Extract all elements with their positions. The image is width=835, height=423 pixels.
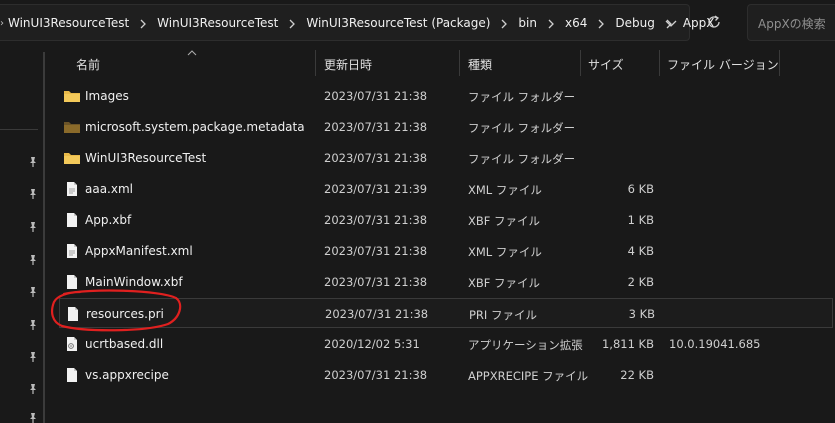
chevron-right-icon[interactable] bbox=[545, 16, 557, 30]
file-size: 4 KB bbox=[627, 244, 654, 258]
breadcrumb-item[interactable]: x64 bbox=[565, 16, 587, 30]
file-type: XML ファイル bbox=[468, 183, 542, 197]
file-name: microsoft.system.package.metadata bbox=[85, 120, 305, 134]
file-version: 10.0.19041.685 bbox=[669, 337, 761, 351]
sort-ascending-icon bbox=[187, 46, 197, 60]
file-icon bbox=[63, 243, 81, 259]
file-row[interactable]: ucrtbased.dll 2020/12/02 5:31 アプリケーション拡張… bbox=[59, 329, 833, 359]
file-type: XBF ファイル bbox=[468, 214, 541, 228]
breadcrumb-item[interactable]: bin bbox=[518, 16, 537, 30]
pin-icon[interactable] bbox=[27, 221, 39, 233]
dll-icon bbox=[63, 336, 81, 352]
file-row[interactable]: Images 2023/07/31 21:38 ファイル フォルダー bbox=[59, 81, 833, 111]
chevron-right-icon[interactable] bbox=[498, 16, 510, 30]
column-divider[interactable] bbox=[459, 50, 460, 76]
file-type: ファイル フォルダー bbox=[468, 121, 576, 135]
file-type: APPXRECIPE ファイル bbox=[468, 369, 589, 383]
file-date: 2023/07/31 21:38 bbox=[324, 89, 428, 103]
file-icon bbox=[63, 367, 81, 383]
pin-icon[interactable] bbox=[27, 319, 39, 331]
file-date: 2023/07/31 21:38 bbox=[324, 151, 428, 165]
file-row[interactable]: vs.appxrecipe 2023/07/31 21:38 APPXRECIP… bbox=[59, 360, 833, 390]
file-size: 1,811 KB bbox=[601, 337, 654, 351]
folder-icon bbox=[63, 119, 81, 135]
pin-icon[interactable] bbox=[27, 286, 39, 298]
file-date: 2023/07/31 21:38 bbox=[324, 275, 428, 289]
pin-icon[interactable] bbox=[27, 383, 39, 395]
nav-scrollbar[interactable] bbox=[43, 52, 45, 423]
file-date: 2023/07/31 21:38 bbox=[324, 244, 428, 258]
pin-icon[interactable] bbox=[27, 351, 39, 363]
file-name: App.xbf bbox=[85, 213, 132, 227]
file-date: 2023/07/31 21:38 bbox=[324, 213, 428, 227]
column-size[interactable]: サイズ bbox=[588, 56, 624, 73]
address-bar[interactable]: › WinUI3ResourceTest WinUI3ResourceTest … bbox=[0, 4, 715, 41]
file-icon bbox=[63, 181, 81, 197]
file-date: 2023/07/31 21:38 bbox=[324, 120, 428, 134]
file-type: ファイル フォルダー bbox=[468, 90, 576, 104]
file-name: vs.appxrecipe bbox=[85, 368, 169, 382]
column-type[interactable]: 種類 bbox=[468, 56, 492, 73]
file-name: MainWindow.xbf bbox=[85, 275, 183, 289]
file-row[interactable]: microsoft.system.package.metadata 2023/0… bbox=[59, 112, 833, 142]
column-date[interactable]: 更新日時 bbox=[324, 56, 372, 73]
file-name: WinUI3ResourceTest bbox=[85, 151, 207, 165]
column-divider[interactable] bbox=[580, 50, 581, 76]
pin-icon[interactable] bbox=[27, 156, 39, 168]
pin-icon[interactable] bbox=[27, 188, 39, 200]
search-placeholder: AppXの検索 bbox=[758, 17, 826, 31]
file-size: 6 KB bbox=[627, 182, 654, 196]
file-row[interactable]: App.xbf 2023/07/31 21:38 XBF ファイル 1 KB bbox=[59, 205, 833, 235]
file-type: ファイル フォルダー bbox=[468, 152, 576, 166]
red-highlight-circle bbox=[51, 289, 182, 332]
overflow-chevron-icon[interactable]: › bbox=[0, 18, 4, 29]
folder-icon bbox=[63, 150, 81, 166]
folder-icon bbox=[63, 88, 81, 104]
chevron-right-icon[interactable] bbox=[137, 16, 149, 30]
chevron-right-icon[interactable] bbox=[286, 16, 298, 30]
file-row[interactable]: aaa.xml 2023/07/31 21:39 XML ファイル 6 KB bbox=[59, 174, 833, 204]
file-row[interactable]: WinUI3ResourceTest 2023/07/31 21:38 ファイル… bbox=[59, 143, 833, 173]
breadcrumb-item[interactable]: WinUI3ResourceTest bbox=[157, 16, 278, 30]
file-name: ucrtbased.dll bbox=[85, 337, 164, 351]
file-date: 2023/07/31 21:38 bbox=[324, 368, 428, 382]
column-divider[interactable] bbox=[779, 50, 780, 76]
column-divider[interactable] bbox=[315, 50, 316, 76]
file-size: 2 KB bbox=[627, 275, 654, 289]
column-name[interactable]: 名前 bbox=[76, 56, 100, 73]
file-name: aaa.xml bbox=[85, 182, 133, 196]
file-date: 2023/07/31 21:39 bbox=[324, 182, 428, 196]
breadcrumb-item[interactable]: Debug bbox=[615, 16, 654, 30]
column-divider[interactable] bbox=[659, 50, 660, 76]
file-size: 1 KB bbox=[627, 213, 654, 227]
chevron-right-icon[interactable] bbox=[595, 16, 607, 30]
pin-icon[interactable] bbox=[27, 254, 39, 266]
column-version[interactable]: ファイル バージョン bbox=[667, 56, 779, 73]
breadcrumb: › WinUI3ResourceTest WinUI3ResourceTest … bbox=[0, 15, 715, 31]
file-type: アプリケーション拡張 bbox=[468, 338, 583, 352]
file-size: 22 KB bbox=[620, 368, 654, 382]
file-date: 2020/12/02 5:31 bbox=[324, 337, 420, 351]
pin-icon[interactable] bbox=[27, 412, 39, 423]
file-row[interactable]: AppxManifest.xml 2023/07/31 21:38 XML ファ… bbox=[59, 236, 833, 266]
search-input[interactable]: AppXの検索 bbox=[747, 4, 835, 41]
chevron-down-icon[interactable] bbox=[664, 18, 680, 32]
file-type: XML ファイル bbox=[468, 245, 542, 259]
column-header: 名前 更新日時 種類 サイズ ファイル バージョン bbox=[45, 46, 835, 80]
file-type: XBF ファイル bbox=[468, 276, 541, 290]
file-name: Images bbox=[85, 89, 129, 103]
navigation-pane bbox=[0, 46, 45, 423]
file-date: 2023/07/31 21:38 bbox=[325, 307, 429, 321]
divider bbox=[0, 129, 38, 130]
breadcrumb-item[interactable]: WinUI3ResourceTest (Package) bbox=[306, 16, 490, 30]
refresh-icon[interactable] bbox=[706, 14, 722, 30]
file-name: AppxManifest.xml bbox=[85, 244, 193, 258]
file-size: 3 KB bbox=[628, 307, 655, 321]
breadcrumb-item[interactable]: WinUI3ResourceTest bbox=[8, 16, 129, 30]
file-icon bbox=[63, 212, 81, 228]
file-type: PRI ファイル bbox=[469, 308, 537, 322]
